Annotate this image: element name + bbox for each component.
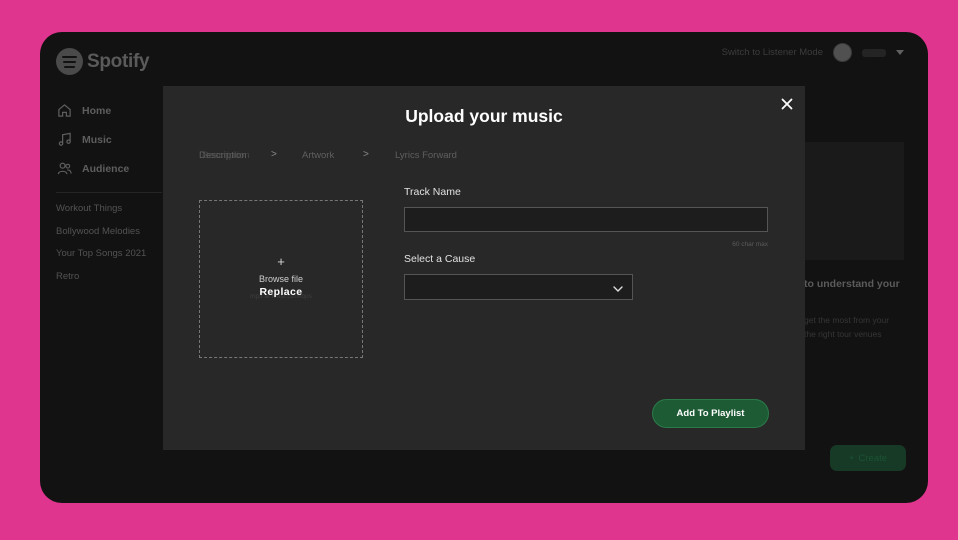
playlist-item[interactable]: Retro	[56, 271, 146, 294]
modal-title: Upload your music	[405, 106, 563, 126]
background-text-line: the right tour venues	[804, 328, 882, 339]
logo-text: Spotify	[87, 50, 150, 72]
sidebar-item-label: Home	[82, 104, 112, 117]
spotify-logo: Spotify	[56, 48, 150, 75]
create-button-label: Create	[858, 452, 888, 464]
add-to-playlist-button[interactable]: Add To Playlist	[652, 399, 769, 428]
cause-label: Select a Cause	[404, 253, 476, 265]
sidebar-item-label: Music	[82, 133, 112, 146]
close-icon	[781, 98, 793, 110]
step-separator-icon: >	[363, 149, 369, 160]
playlist-item[interactable]: Workout Things	[56, 203, 146, 226]
step-label: Artwork	[302, 150, 335, 161]
track-name-label: Track Name	[404, 186, 461, 198]
background-text-line: get the most from your	[804, 315, 890, 325]
sidebar-item-label: Audience	[82, 162, 130, 175]
music-note-icon	[56, 132, 72, 148]
step-separator-icon: >	[271, 149, 277, 160]
sidebar-divider	[56, 192, 162, 193]
sidebar-item-music[interactable]: Music	[56, 125, 129, 154]
chevron-down-icon[interactable]	[896, 50, 904, 55]
step-artwork[interactable]: Artwork	[302, 150, 334, 161]
playlist-item[interactable]: Your Top Songs 2021	[56, 248, 146, 271]
plus-icon: +	[848, 452, 855, 464]
create-button[interactable]: + Create	[830, 445, 906, 471]
browse-file-label: Browse file	[258, 274, 303, 284]
background-heading: to understand your	[804, 278, 900, 290]
background-text: get the most from your the right tour ve…	[804, 314, 889, 341]
cause-select[interactable]	[404, 274, 633, 300]
spotify-logo-icon	[56, 48, 83, 75]
step-lyrics[interactable]: Lyrics Forward	[395, 150, 457, 161]
people-icon	[56, 161, 72, 177]
playlist-item[interactable]: Bollywood Melodies	[56, 226, 146, 249]
step-ghost-label: Description	[202, 150, 250, 161]
home-icon	[56, 103, 72, 119]
close-button[interactable]	[779, 96, 795, 112]
sidebar-item-home[interactable]: Home	[56, 96, 129, 125]
track-name-input[interactable]	[404, 207, 768, 232]
user-name-placeholder	[862, 48, 886, 57]
background-card	[796, 142, 904, 260]
replace-button[interactable]: Replace	[200, 286, 362, 298]
char-limit-hint: 60 char max	[732, 241, 768, 248]
chevron-down-icon	[612, 282, 624, 294]
artwork-dropzone[interactable]: + Browse file mp3 at least 320kbps Repla…	[199, 200, 363, 358]
playlist-list: Workout Things Bollywood Melodies Your T…	[56, 203, 146, 293]
sidebar-nav: Home Music Audience	[56, 96, 129, 183]
plus-icon: +	[277, 254, 285, 269]
step-label: Lyrics Forward	[395, 150, 457, 161]
sidebar-item-audience[interactable]: Audience	[56, 154, 129, 183]
step-description[interactable]: Description Description	[199, 150, 250, 161]
upload-modal: Upload your music Description Descriptio…	[163, 86, 805, 450]
top-bar: Switch to Listener Mode	[722, 43, 904, 62]
avatar[interactable]	[833, 43, 852, 62]
switch-to-listener-link[interactable]: Switch to Listener Mode	[722, 47, 823, 58]
